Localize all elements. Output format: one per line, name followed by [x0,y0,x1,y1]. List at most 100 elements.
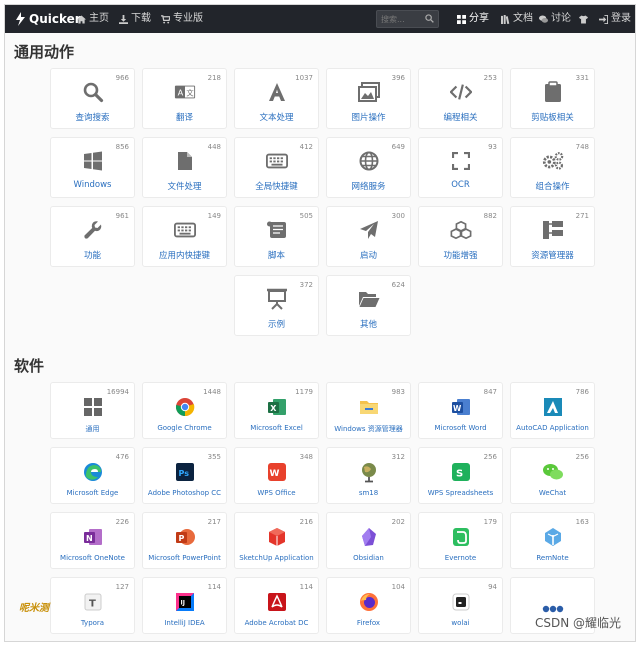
svg-text:S: S [456,469,463,480]
tile-count: 1448 [203,388,221,396]
stamp-logo: 呢米测 [19,599,49,614]
software-tile-photoshop[interactable]: 355 Ps Adobe Photoshop CC [142,447,227,504]
action-tile-translate[interactable]: 218 A 文翻译 [142,68,227,129]
tile-count: 93 [488,143,497,151]
tshirt-icon [579,14,588,24]
software-tile-excel[interactable]: 1179 X Microsoft Excel [234,382,319,439]
software-tile-powerpoint[interactable]: 217 P Microsoft PowerPoint [142,512,227,569]
tile-count: 104 [391,583,405,591]
sign-in-icon [599,14,608,24]
software-tile-word[interactable]: 847 W Microsoft Word [418,382,503,439]
folder-open-icon [358,288,380,310]
action-tile-sitemap[interactable]: 271 资源管理器 [510,206,595,267]
software-tile-obsidian[interactable]: 202 Obsidian [326,512,411,569]
search-input[interactable] [381,13,423,25]
software-tile-acrobat[interactable]: 114 Adobe Acrobat DC [234,577,319,634]
action-tile-keyboard[interactable]: 412 全局快捷键 [234,137,319,198]
software-tile-sketchup[interactable]: 216 SketchUp Application [234,512,319,569]
tile-label: Windows 资源管理器 [334,425,403,433]
nav-theme[interactable] [579,5,588,33]
action-tile-windows[interactable]: 856 Windows [50,137,135,198]
action-tile-code[interactable]: 253 编程相关 [418,68,503,129]
action-tile-cubes[interactable]: 882 功能增强 [418,206,503,267]
software-tile-edge[interactable]: 476 Microsoft Edge [50,447,135,504]
tile-count: 256 [575,453,589,461]
action-tile-scroll[interactable]: 505 脚本 [234,206,319,267]
tile-label: AutoCAD Application [516,424,589,432]
tile-label: 全局快捷键 [255,182,298,192]
tile-label: 图片操作 [351,113,386,123]
software-tile-wps[interactable]: 348 W WPS Office [234,447,319,504]
software-tile-wechat[interactable]: 256 WeChat [510,447,595,504]
software-tile-explorer[interactable]: 983 Windows 资源管理器 [326,382,411,439]
nav-discuss[interactable]: 讨论 [539,5,571,33]
tile-count: 179 [483,518,497,526]
windows-icon [82,150,104,172]
grid-icon [457,14,466,24]
tile-count: 256 [483,453,497,461]
software-tile-autocad[interactable]: 786 AutoCAD Application [510,382,595,439]
search-icon[interactable] [425,14,434,23]
software-tile-wolai[interactable]: 94 wolai [418,577,503,634]
tile-count: 114 [207,583,221,591]
typora-icon: T [82,591,104,613]
action-tile-presentation[interactable]: 372 示例 [234,275,319,336]
software-tile-typora[interactable]: 127 T Typora [50,577,135,634]
software-tile-remnote[interactable]: 163 RemNote [510,512,595,569]
section-title-actions: 通用动作 [14,43,75,61]
tile-label: 文本处理 [259,113,294,123]
brand-link[interactable]: Quicker [15,5,81,33]
action-tile-image[interactable]: 396 图片操作 [326,68,411,129]
tile-label: 文件处理 [167,182,202,192]
action-tile-keyboard[interactable]: 149 应用内快捷键 [142,206,227,267]
software-tile-chrome[interactable]: 1448 Google Chrome [142,382,227,439]
action-tile-wrench[interactable]: 961 功能 [50,206,135,267]
tile-count: 127 [115,583,129,591]
svg-text:W: W [453,404,462,413]
file-icon [174,150,196,172]
powerpoint-icon: P [174,526,196,548]
software-tile-onenote[interactable]: 226 N Microsoft OneNote [50,512,135,569]
tile-count: 983 [391,388,405,396]
nav-home[interactable]: 主页 [77,5,109,33]
software-tile-evernote[interactable]: 179 Evernote [418,512,503,569]
search-icon [82,81,104,103]
nav-docs[interactable]: 文档 [501,5,533,33]
tile-count: 16994 [106,388,129,396]
tile-label: Evernote [444,554,477,562]
action-tile-search[interactable]: 966 查询搜索 [50,68,135,129]
action-tile-ocr-scan[interactable]: 93 OCR [418,137,503,198]
keyboard-icon [173,219,196,241]
tile-count: 961 [115,212,129,220]
software-tile-grid[interactable]: 16994 通用 [50,382,135,439]
software-tile-wps-sheets[interactable]: 256 S WPS Spreadsheets [418,447,503,504]
software-tile-intellij[interactable]: 114 IJ IntelliJ IDEA [142,577,227,634]
nav-home-label: 主页 [89,13,109,24]
tile-label: Adobe Photoshop CC [147,489,222,497]
nav-download[interactable]: 下载 [119,5,151,33]
tile-label: Microsoft Excel [250,424,303,432]
action-tile-cogs[interactable]: 748 组合操作 [510,137,595,198]
nav-login[interactable]: 登录 [599,5,631,33]
nav-pro-label: 专业版 [173,13,203,24]
nav-share[interactable]: 分享 [457,5,489,33]
code-icon [449,81,472,103]
tile-label: 查询搜索 [75,113,110,123]
tile-count: 476 [115,453,129,461]
action-tile-font[interactable]: 1037 文本处理 [234,68,319,129]
software-tile-firefox[interactable]: 104 Firefox [326,577,411,634]
svg-text:X: X [270,404,277,413]
software-tile-globe-stand[interactable]: 312 sm18 [326,447,411,504]
action-tile-clipboard[interactable]: 331 剪贴板相关 [510,68,595,129]
presentation-icon [266,288,288,310]
tile-count: 216 [299,518,313,526]
action-tile-paper-plane[interactable]: 300 启动 [326,206,411,267]
wolai-icon [450,591,472,613]
action-tile-globe[interactable]: 649 网络服务 [326,137,411,198]
action-tile-file[interactable]: 448 文件处理 [142,137,227,198]
nav-pro[interactable]: 专业版 [161,5,203,33]
tile-label: RemNote [536,554,569,562]
onenote-icon: N [82,526,104,548]
tile-label: sm18 [358,489,379,497]
action-tile-folder-open[interactable]: 624 其他 [326,275,411,336]
